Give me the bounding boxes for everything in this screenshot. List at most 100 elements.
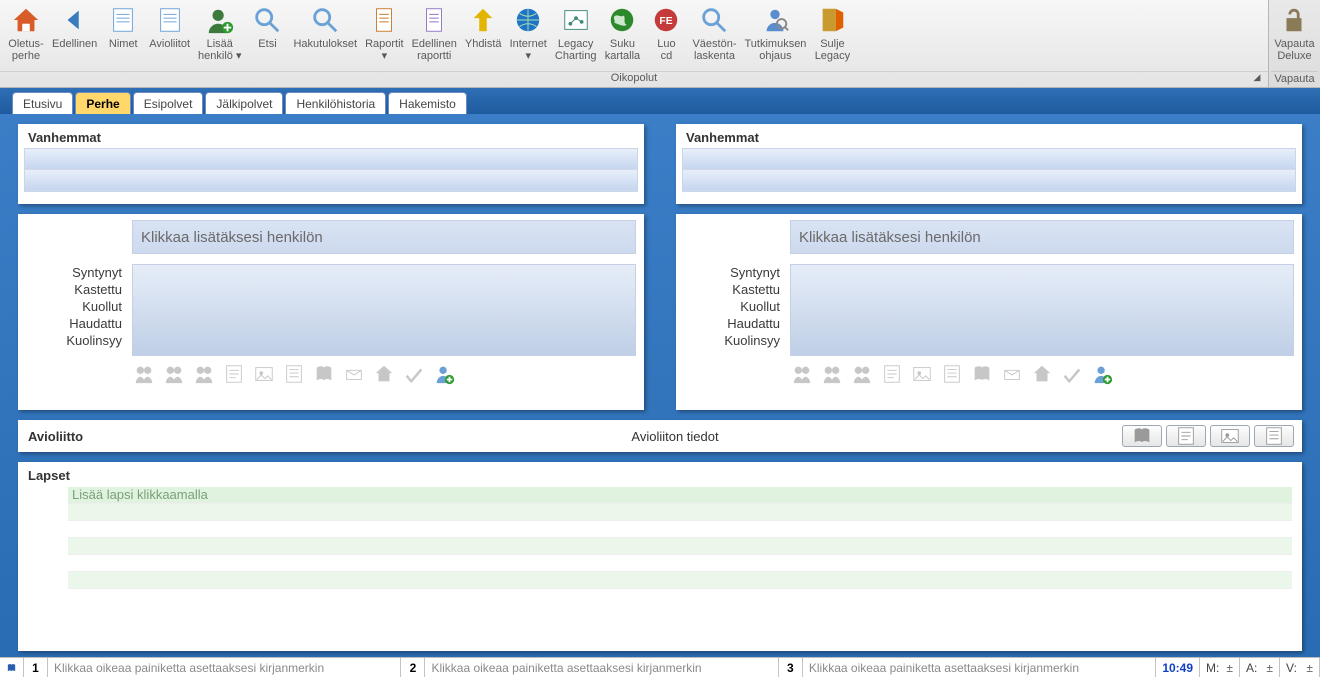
marriage-info[interactable]: Avioliiton tiedot <box>228 429 1122 444</box>
todo-icon-button[interactable] <box>402 362 426 386</box>
add-person-icon-button[interactable] <box>1090 362 1114 386</box>
home-icon <box>10 4 42 36</box>
globe-icon <box>512 4 544 36</box>
ribbon-main-group: Oletus-perheEdellinenNimetAvioliitotLisä… <box>0 0 1268 87</box>
notes-icon-button[interactable] <box>880 362 904 386</box>
parents-icon-button[interactable] <box>162 362 186 386</box>
field-label-syntynyt: Syntynyt <box>26 264 122 281</box>
bookmark-tip[interactable]: Klikkaa oikeaa painiketta asettaaksesi k… <box>803 658 1156 677</box>
add-person-slot-left[interactable]: Klikkaa lisätäksesi henkilön <box>132 220 636 254</box>
child-row[interactable] <box>68 521 1292 538</box>
ribbon-home-button[interactable]: Oletus-perhe <box>4 2 48 64</box>
status-v[interactable]: V:± <box>1280 658 1320 677</box>
parents-panel-left[interactable]: Vanhemmat <box>18 124 644 204</box>
ribbon-reports-button[interactable]: Raportit▾ <box>361 2 408 64</box>
marriage-sources-icon-button[interactable] <box>1122 425 1162 447</box>
parents-row: Vanhemmat Vanhemmat <box>18 124 1302 204</box>
ribbon-charting-button[interactable]: LegacyCharting <box>551 2 601 64</box>
child-row[interactable] <box>68 538 1292 555</box>
parents-body-right[interactable] <box>682 148 1296 192</box>
events-icon-button[interactable] <box>940 362 964 386</box>
tab-henkilöhistoria[interactable]: Henkilöhistoria <box>285 92 386 114</box>
add-person-icon-button[interactable] <box>432 362 456 386</box>
ribbon-expand-icon[interactable]: ◢ <box>1250 72 1264 86</box>
ribbon-add-person-button[interactable]: Lisäähenkilö ▾ <box>194 2 245 64</box>
bookmark-icon[interactable] <box>0 658 24 677</box>
ribbon-census-button[interactable]: Väestön-laskenta <box>688 2 740 64</box>
child-row[interactable] <box>68 555 1292 572</box>
persons-row: Klikkaa lisätäksesi henkilönSyntynytKast… <box>18 214 1302 410</box>
address-icon-button[interactable] <box>1000 362 1024 386</box>
ribbon-marriage-list-button[interactable]: Avioliitot <box>145 2 194 52</box>
add-person-slot-right[interactable]: Klikkaa lisätäksesi henkilön <box>790 220 1294 254</box>
unlock-deluxe-button[interactable]: VapautaDeluxe <box>1274 4 1314 62</box>
spouses-icon-button[interactable] <box>192 362 216 386</box>
ribbon-map-button[interactable]: Sukukartalla <box>600 2 644 64</box>
parents-panel-right[interactable]: Vanhemmat <box>676 124 1302 204</box>
ribbon-back-arrow-button[interactable]: Edellinen <box>48 2 101 52</box>
add-child-row[interactable]: Lisää lapsi klikkaamalla <box>68 487 1292 504</box>
status-a[interactable]: A:± <box>1240 658 1280 677</box>
marriage-bar: Avioliitto Avioliiton tiedot <box>18 420 1302 452</box>
ribbon-item-label: Väestön-laskenta <box>692 38 736 62</box>
locations-icon-button[interactable] <box>372 362 396 386</box>
notes-icon-button[interactable] <box>222 362 246 386</box>
ribbon-exit-button[interactable]: SuljeLegacy <box>810 2 854 64</box>
child-row[interactable] <box>68 572 1292 589</box>
ribbon-prev-report-button[interactable]: Edellinenraportti <box>408 2 461 64</box>
ribbon-cd-button[interactable]: FE Luocd <box>644 2 688 64</box>
ribbon-search-results-button[interactable]: Hakutulokset <box>289 2 361 52</box>
ribbon-name-list-button[interactable]: Nimet <box>101 2 145 52</box>
bookmark-slot-1[interactable]: 1 <box>24 658 48 677</box>
exit-icon <box>816 4 848 36</box>
todo-icon-button[interactable] <box>1060 362 1084 386</box>
marriage-pictures-icon-button[interactable] <box>1210 425 1250 447</box>
tab-perhe[interactable]: Perhe <box>75 92 130 114</box>
ribbon-item-label: Luocd <box>657 38 675 62</box>
locations-icon-button[interactable] <box>1030 362 1054 386</box>
tab-esipolvet[interactable]: Esipolvet <box>133 92 204 114</box>
status-m[interactable]: M:± <box>1200 658 1240 677</box>
marriage-events-icon-button[interactable] <box>1254 425 1294 447</box>
ribbon-side-footer: Vapauta <box>1271 71 1318 85</box>
person-field-values-right[interactable] <box>790 264 1294 356</box>
child-row[interactable] <box>68 504 1292 521</box>
svg-text:FE: FE <box>660 16 673 27</box>
ribbon-merge-button[interactable]: Yhdistä <box>461 2 506 52</box>
ribbon-item-label: Raportit▾ <box>365 38 404 62</box>
tab-hakemisto[interactable]: Hakemisto <box>388 92 467 114</box>
parents-title-right: Vanhemmat <box>676 124 1302 148</box>
pictures-icon-button[interactable] <box>910 362 934 386</box>
marriage-notes-icon-button[interactable] <box>1166 425 1206 447</box>
sources-icon-button[interactable] <box>312 362 336 386</box>
address-icon-button[interactable] <box>342 362 366 386</box>
tab-etusivu[interactable]: Etusivu <box>12 92 73 114</box>
marriage-title: Avioliitto <box>28 429 228 444</box>
person-panel-right: Klikkaa lisätäksesi henkilönSyntynytKast… <box>676 214 1302 410</box>
parent-father-slot[interactable] <box>25 149 637 170</box>
parents-icon-button[interactable] <box>820 362 844 386</box>
parents-body-left[interactable] <box>24 148 638 192</box>
ribbon-search-button[interactable]: Etsi <box>245 2 289 52</box>
siblings-icon-button[interactable] <box>790 362 814 386</box>
person-field-values-left[interactable] <box>132 264 636 356</box>
parent-mother-slot[interactable] <box>25 170 637 191</box>
ribbon-item-label: Edellinenraportti <box>412 38 457 62</box>
bookmark-tip[interactable]: Klikkaa oikeaa painiketta asettaaksesi k… <box>48 658 401 677</box>
tab-jälkipolvet[interactable]: Jälkipolvet <box>205 92 283 114</box>
bookmark-tip[interactable]: Klikkaa oikeaa painiketta asettaaksesi k… <box>425 658 778 677</box>
ribbon-globe-button[interactable]: Internet▾ <box>506 2 551 64</box>
bookmark-slot-3[interactable]: 3 <box>779 658 803 677</box>
siblings-icon-button[interactable] <box>132 362 156 386</box>
spouses-icon-button[interactable] <box>850 362 874 386</box>
parent-father-slot[interactable] <box>683 149 1295 170</box>
ribbon-item-label: SuljeLegacy <box>815 38 850 62</box>
bookmark-slot-2[interactable]: 2 <box>401 658 425 677</box>
events-icon-button[interactable] <box>282 362 306 386</box>
pictures-icon-button[interactable] <box>252 362 276 386</box>
parent-mother-slot[interactable] <box>683 170 1295 191</box>
ribbon-research-button[interactable]: Tutkimuksenohjaus <box>740 2 810 64</box>
merge-icon <box>467 4 499 36</box>
sources-icon-button[interactable] <box>970 362 994 386</box>
back-arrow-icon <box>59 4 91 36</box>
